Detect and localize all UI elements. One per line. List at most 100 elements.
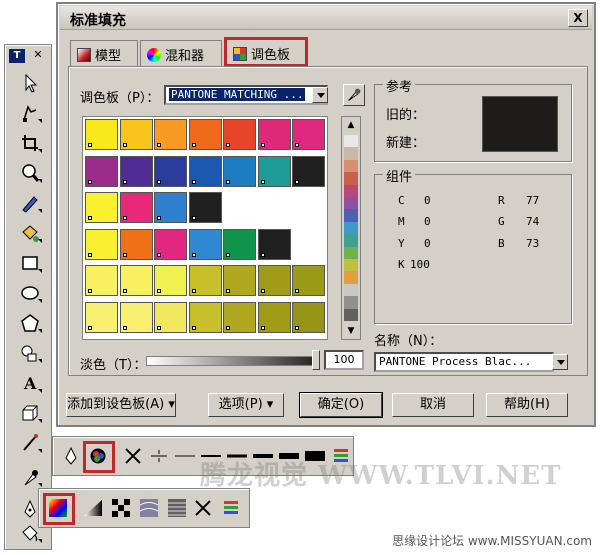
color-swatch[interactable]: [119, 119, 153, 150]
color-swatch[interactable]: [154, 228, 187, 260]
color-swatch[interactable]: [257, 119, 291, 150]
color-swatch[interactable]: [257, 265, 291, 296]
strip-color-band[interactable]: [344, 308, 358, 322]
smart-fill-tool-icon[interactable]: [17, 221, 43, 245]
basic-shapes-tool-icon[interactable]: [17, 341, 43, 365]
color-swatch[interactable]: [292, 301, 325, 333]
strip-color-band[interactable]: [344, 172, 358, 186]
outline-width-1-icon[interactable]: [173, 444, 199, 470]
color-swatch[interactable]: [292, 192, 325, 223]
hairline-outline-icon[interactable]: [147, 444, 173, 470]
interactive-blend-tool-icon[interactable]: [17, 431, 43, 455]
color-swatch[interactable]: [223, 265, 256, 296]
dialog-titlebar[interactable]: 标准填充 X: [60, 6, 592, 30]
ellipse-tool-icon[interactable]: [17, 281, 43, 305]
strip-color-band[interactable]: [344, 296, 358, 310]
eyedropper-tool-icon[interactable]: [17, 465, 43, 489]
strip-color-band[interactable]: [344, 221, 358, 235]
color-swatch[interactable]: [257, 155, 291, 187]
pattern-fill-icon[interactable]: [109, 496, 135, 522]
color-swatch[interactable]: [223, 155, 256, 187]
tint-slider-track[interactable]: [146, 356, 318, 366]
uniform-fill-dialog-icon[interactable]: [43, 493, 75, 525]
strip-color-band[interactable]: [344, 246, 358, 260]
color-strip[interactable]: ▲ ▼: [341, 116, 361, 340]
postscript-fill-icon[interactable]: [165, 496, 191, 522]
color-swatch[interactable]: [292, 228, 325, 260]
color-swatch[interactable]: [188, 301, 222, 333]
tab-models[interactable]: 模型: [70, 40, 138, 66]
color-swatch[interactable]: [154, 265, 187, 296]
color-swatch[interactable]: [154, 155, 187, 187]
tint-slider-thumb[interactable]: [312, 350, 320, 370]
color-swatch[interactable]: [188, 119, 222, 150]
swatch-grid[interactable]: [82, 116, 328, 340]
eyedropper-button[interactable]: [343, 84, 365, 106]
fill-color-docker-icon[interactable]: [219, 496, 245, 522]
color-swatch[interactable]: [154, 192, 187, 223]
color-swatch[interactable]: [85, 155, 118, 187]
strip-color-band[interactable]: [344, 209, 358, 223]
color-swatch[interactable]: [85, 119, 118, 150]
color-swatch[interactable]: [188, 228, 222, 260]
freehand-tool-icon[interactable]: [17, 191, 43, 215]
outline-pen-icon[interactable]: [59, 444, 85, 470]
strip-color-band[interactable]: [344, 197, 358, 210]
pick-tool-icon[interactable]: [17, 71, 43, 95]
color-swatch[interactable]: [119, 265, 153, 296]
outline-color-dialog-icon[interactable]: [83, 441, 115, 473]
color-swatch[interactable]: [223, 192, 256, 223]
color-swatch[interactable]: [257, 192, 291, 223]
color-swatch[interactable]: [85, 228, 118, 260]
cancel-button[interactable]: 取消: [392, 393, 474, 417]
add-to-palette-button[interactable]: 添加到设色板(A) ▾: [66, 393, 176, 417]
strip-color-band[interactable]: [344, 234, 358, 248]
rectangle-tool-icon[interactable]: [17, 251, 43, 275]
strip-color-band[interactable]: [344, 271, 358, 285]
strip-color-band[interactable]: [344, 259, 358, 272]
toolbox-close-icon[interactable]: ✕: [31, 48, 45, 62]
ok-button[interactable]: 确定(O): [299, 392, 383, 418]
shape-tool-icon[interactable]: [17, 101, 43, 125]
options-button[interactable]: 选项(P) ▾: [208, 393, 284, 417]
dialog-close-button[interactable]: X: [568, 9, 588, 27]
text-tool-icon[interactable]: A: [17, 371, 43, 395]
zoom-tool-icon[interactable]: [17, 161, 43, 185]
tab-mixers[interactable]: 混和器: [140, 40, 222, 66]
strip-color-band[interactable]: [344, 184, 358, 198]
strip-color-band[interactable]: [344, 159, 358, 173]
name-dropdown-arrow-icon[interactable]: [552, 354, 568, 370]
color-swatch[interactable]: [119, 155, 153, 187]
no-outline-icon[interactable]: [121, 444, 147, 470]
no-fill-icon[interactable]: [191, 496, 217, 522]
color-swatch[interactable]: [85, 192, 118, 223]
table-tool-icon[interactable]: [17, 401, 43, 425]
strip-color-band[interactable]: [344, 147, 358, 161]
palette-dropdown-arrow-icon[interactable]: [312, 87, 328, 103]
color-swatch[interactable]: [257, 228, 291, 260]
texture-fill-icon[interactable]: [137, 496, 163, 522]
color-swatch[interactable]: [223, 301, 256, 333]
strip-color-band[interactable]: [344, 283, 358, 297]
color-swatch[interactable]: [85, 301, 118, 333]
color-swatch[interactable]: [292, 119, 325, 150]
color-swatch[interactable]: [119, 228, 153, 260]
strip-scroll-down-icon[interactable]: ▼: [342, 323, 360, 339]
color-swatch[interactable]: [188, 155, 222, 187]
name-select[interactable]: PANTONE Process Blac...: [374, 352, 554, 372]
color-swatch[interactable]: [188, 265, 222, 296]
color-swatch[interactable]: [119, 192, 153, 223]
polygon-tool-icon[interactable]: [17, 311, 43, 335]
strip-scroll-up-icon[interactable]: ▲: [342, 117, 360, 133]
tab-palettes[interactable]: 调色板: [224, 37, 308, 67]
crop-tool-icon[interactable]: [17, 131, 43, 155]
color-swatch[interactable]: [119, 301, 153, 333]
help-button[interactable]: 帮助(H): [486, 393, 568, 417]
color-swatch[interactable]: [257, 301, 291, 333]
color-swatch[interactable]: [154, 301, 187, 333]
palette-select[interactable]: PANTONE MATCHING ...: [164, 85, 328, 105]
color-swatch[interactable]: [188, 192, 222, 223]
color-swatch[interactable]: [223, 228, 256, 260]
color-swatch[interactable]: [292, 155, 325, 187]
color-swatch[interactable]: [292, 265, 325, 296]
